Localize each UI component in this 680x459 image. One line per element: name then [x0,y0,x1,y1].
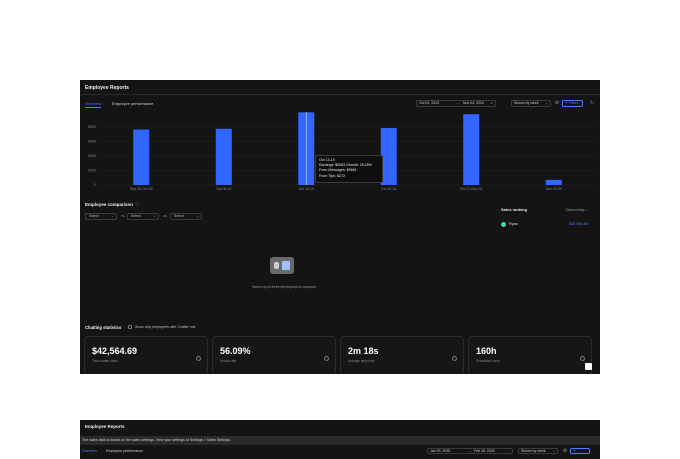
chevron-down-icon: ⌄ [153,214,156,218]
page-title: Employee Reports [85,424,125,429]
vs-label: vs. [163,214,168,218]
stat-card-unlock-rate: 56.09% Unlock rate i [212,336,336,376]
illustration-part [274,262,279,269]
info-icon[interactable]: i [580,356,585,361]
stat-value: 160h [476,346,497,356]
group-by-select[interactable]: Shown by week ⌄ [518,448,558,454]
x-tick-label: Oct 13-19 [299,187,314,191]
vs-label: vs. [121,214,126,218]
info-icon[interactable]: i [196,356,201,361]
chevron-down-icon: ⌄ [111,214,114,218]
tab-overview[interactable]: Overview [82,449,97,453]
filter-icon: ⏷ [573,449,576,453]
chevron-down-icon: ⌄ [552,449,555,453]
y-tick-label: 6000 [88,139,96,143]
x-tick-label: Oct 20-26 [381,187,396,191]
employee-select-3[interactable]: Select ⌄ [170,213,202,220]
tooltip-tips: From Tips: $272 [319,173,345,178]
chevron-down-icon: ⌄ [585,208,589,212]
stat-value: $42,564.69 [92,346,138,356]
chatter-only-checkbox[interactable] [128,325,132,329]
chatting-statistics-title: Chatting statistics [85,325,122,330]
chatter-only-label: Show only employees with Chatter role [135,325,196,329]
select-placeholder: Select [131,214,141,218]
employee-select-2[interactable]: Select ⌄ [127,213,159,220]
sales-ranking-title: Sales ranking [501,207,528,212]
select-placeholder: Select [89,214,99,218]
date-to: Feb 28, 2025 [474,449,495,453]
y-tick-label: 2000 [88,169,96,173]
info-icon[interactable]: i [324,356,329,361]
sales-settings-notice: The sales data is based on the sales set… [80,436,600,445]
stat-card-total-sales: $42,564.69 Total chatter sales i [84,336,208,376]
y-tick-label: 4000 [88,154,96,158]
ranking-sort-value: Descending [566,208,585,212]
x-tick-label: Sep 29-Oct 05 [130,187,153,191]
info-icon[interactable]: i [452,356,457,361]
chart-tooltip: Oct 13-19 Earnings: $9953 Growth: 28.25%… [315,155,383,183]
stat-label: Unlock rate [220,359,237,363]
bar-4[interactable] [463,114,480,185]
tab-employee-performance[interactable]: Employee performance [106,449,143,453]
ranking-employee-value: $42,564.69 [569,222,589,226]
avatar [501,222,506,227]
bar-5[interactable] [545,179,562,185]
illustration-part [282,261,290,270]
select-placeholder: Select [174,214,184,218]
ranking-sort-select[interactable]: Descending ⌄ [566,208,588,212]
employee-reports-panel-secondary: Employee Reports The sales data is based… [80,420,600,459]
compare-empty-message: Select up to three employees to compare [252,285,316,289]
stat-card-scheduled-hours: 160h Scheduled hours i [468,336,592,376]
employee-select-1[interactable]: Select ⌄ [85,213,117,220]
info-icon[interactable]: ⓘ [134,201,140,207]
filters-button[interactable]: ⏷ [570,448,590,454]
stat-value: 2m 18s [348,346,379,356]
stat-label: Scheduled hours [476,359,500,363]
compare-empty-illustration-icon [270,257,294,274]
y-tick-label: 8000 [88,125,96,129]
x-tick-label: Oct 06-12 [216,187,231,191]
bar-3[interactable] [380,128,397,185]
y-tick-label: 0 [94,183,96,187]
stat-label: Average reply time [348,359,375,363]
page-gap [80,374,600,420]
arrow-right-icon: → [468,449,472,453]
employee-comparison-title: Employee comparison [85,202,134,207]
stat-card-reply-time: 2m 18s Average reply time i [340,336,464,376]
bar-0[interactable] [133,129,150,185]
stat-label: Total chatter sales [92,359,118,363]
settings-icon[interactable]: ⚙ [562,448,568,454]
chevron-down-icon: ⌄ [196,214,199,218]
date-from: Jan 29, 2025 [430,449,451,453]
stat-value: 56.09% [220,346,251,356]
group-by-value: Shown by week [521,449,546,453]
bar-1[interactable] [215,128,232,185]
chat-widget-button[interactable] [585,363,592,370]
x-tick-label: Nov 03-09 [546,187,562,191]
ranking-employee-name[interactable]: Ryan [509,222,518,226]
date-range-picker[interactable]: Jan 29, 2025 → Feb 28, 2025 [427,448,513,454]
x-tick-label: Oct 27-Nov 02 [460,187,483,191]
